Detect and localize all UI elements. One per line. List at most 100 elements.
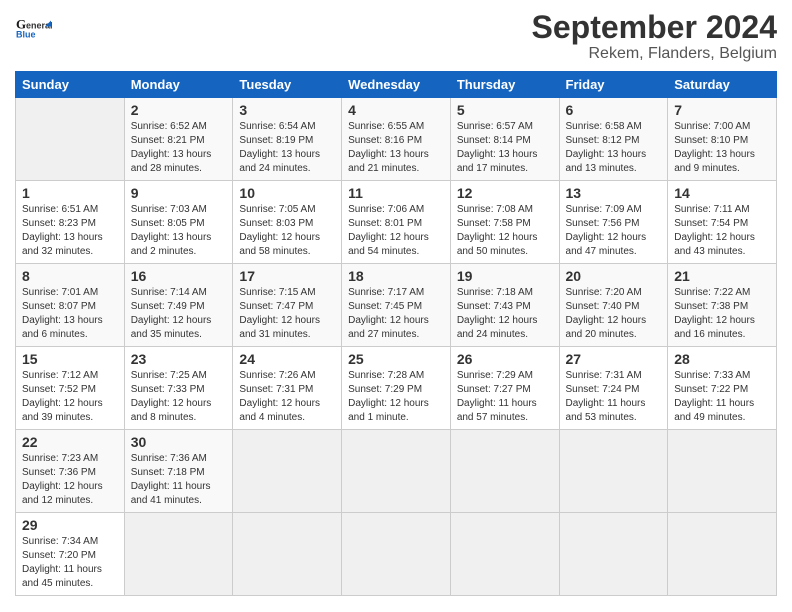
sunrise: Sunrise: 7:01 AM xyxy=(22,287,98,298)
day-number: 2 xyxy=(131,102,227,118)
table-row: 26 Sunrise: 7:29 AM Sunset: 7:27 PM Dayl… xyxy=(450,347,559,430)
day-info: Sunrise: 7:36 AM Sunset: 7:18 PM Dayligh… xyxy=(131,452,227,508)
day-number: 21 xyxy=(674,268,770,284)
sunrise: Sunrise: 7:15 AM xyxy=(239,287,315,298)
daylight: Daylight: 12 hours and 16 minutes. xyxy=(674,315,755,340)
table-row: 28 Sunrise: 7:33 AM Sunset: 7:22 PM Dayl… xyxy=(668,347,777,430)
day-info: Sunrise: 7:28 AM Sunset: 7:29 PM Dayligh… xyxy=(348,369,444,425)
table-row: 12 Sunrise: 7:08 AM Sunset: 7:58 PM Dayl… xyxy=(450,181,559,264)
day-info: Sunrise: 7:08 AM Sunset: 7:58 PM Dayligh… xyxy=(457,203,553,259)
sunset: Sunset: 8:23 PM xyxy=(22,218,96,229)
calendar-row: 22 Sunrise: 7:23 AM Sunset: 7:36 PM Dayl… xyxy=(16,430,777,513)
sunset: Sunset: 7:31 PM xyxy=(239,384,313,395)
day-number: 23 xyxy=(131,351,227,367)
day-info: Sunrise: 7:17 AM Sunset: 7:45 PM Dayligh… xyxy=(348,286,444,342)
table-row: 20 Sunrise: 7:20 AM Sunset: 7:40 PM Dayl… xyxy=(559,264,668,347)
sunrise: Sunrise: 7:00 AM xyxy=(674,121,750,132)
sunset: Sunset: 7:40 PM xyxy=(566,301,640,312)
table-row xyxy=(668,513,777,596)
daylight: Daylight: 12 hours and 12 minutes. xyxy=(22,481,103,506)
sunrise: Sunrise: 6:58 AM xyxy=(566,121,642,132)
col-wednesday: Wednesday xyxy=(342,72,451,98)
daylight: Daylight: 11 hours and 53 minutes. xyxy=(566,398,646,423)
table-row: 14 Sunrise: 7:11 AM Sunset: 7:54 PM Dayl… xyxy=(668,181,777,264)
sunrise: Sunrise: 7:09 AM xyxy=(566,204,642,215)
table-row: 19 Sunrise: 7:18 AM Sunset: 7:43 PM Dayl… xyxy=(450,264,559,347)
table-row: 8 Sunrise: 7:01 AM Sunset: 8:07 PM Dayli… xyxy=(16,264,125,347)
table-row: 4 Sunrise: 6:55 AM Sunset: 8:16 PM Dayli… xyxy=(342,98,451,181)
sunrise: Sunrise: 7:14 AM xyxy=(131,287,207,298)
sunset: Sunset: 7:20 PM xyxy=(22,550,96,561)
day-number: 5 xyxy=(457,102,553,118)
table-row xyxy=(559,430,668,513)
table-row: 17 Sunrise: 7:15 AM Sunset: 7:47 PM Dayl… xyxy=(233,264,342,347)
table-row: 29 Sunrise: 7:34 AM Sunset: 7:20 PM Dayl… xyxy=(16,513,125,596)
table-row xyxy=(124,513,233,596)
day-number: 19 xyxy=(457,268,553,284)
table-row: 16 Sunrise: 7:14 AM Sunset: 7:49 PM Dayl… xyxy=(124,264,233,347)
daylight: Daylight: 11 hours and 57 minutes. xyxy=(457,398,537,423)
table-row xyxy=(450,430,559,513)
logo-svg: G eneral Blue xyxy=(15,10,70,50)
sunset: Sunset: 8:21 PM xyxy=(131,135,205,146)
day-info: Sunrise: 6:51 AM Sunset: 8:23 PM Dayligh… xyxy=(22,203,118,259)
sunrise: Sunrise: 6:51 AM xyxy=(22,204,98,215)
day-info: Sunrise: 7:06 AM Sunset: 8:01 PM Dayligh… xyxy=(348,203,444,259)
day-info: Sunrise: 7:31 AM Sunset: 7:24 PM Dayligh… xyxy=(566,369,662,425)
daylight: Daylight: 12 hours and 35 minutes. xyxy=(131,315,212,340)
sunset: Sunset: 7:45 PM xyxy=(348,301,422,312)
sunset: Sunset: 7:58 PM xyxy=(457,218,531,229)
day-number: 8 xyxy=(22,268,118,284)
day-info: Sunrise: 7:14 AM Sunset: 7:49 PM Dayligh… xyxy=(131,286,227,342)
header: G eneral Blue September 2024 Rekem, Flan… xyxy=(15,10,777,63)
sunset: Sunset: 7:29 PM xyxy=(348,384,422,395)
day-number: 26 xyxy=(457,351,553,367)
daylight: Daylight: 12 hours and 1 minute. xyxy=(348,398,429,423)
day-number: 12 xyxy=(457,185,553,201)
sunset: Sunset: 7:47 PM xyxy=(239,301,313,312)
daylight: Daylight: 11 hours and 41 minutes. xyxy=(131,481,211,506)
daylight: Daylight: 11 hours and 49 minutes. xyxy=(674,398,754,423)
day-info: Sunrise: 7:11 AM Sunset: 7:54 PM Dayligh… xyxy=(674,203,770,259)
title-block: September 2024 Rekem, Flanders, Belgium xyxy=(532,10,777,63)
table-row: 13 Sunrise: 7:09 AM Sunset: 7:56 PM Dayl… xyxy=(559,181,668,264)
sunrise: Sunrise: 7:03 AM xyxy=(131,204,207,215)
sunset: Sunset: 8:01 PM xyxy=(348,218,422,229)
day-info: Sunrise: 7:33 AM Sunset: 7:22 PM Dayligh… xyxy=(674,369,770,425)
day-info: Sunrise: 7:26 AM Sunset: 7:31 PM Dayligh… xyxy=(239,369,335,425)
day-number: 18 xyxy=(348,268,444,284)
sunset: Sunset: 8:16 PM xyxy=(348,135,422,146)
table-row: 1 Sunrise: 6:51 AM Sunset: 8:23 PM Dayli… xyxy=(16,181,125,264)
table-row: 24 Sunrise: 7:26 AM Sunset: 7:31 PM Dayl… xyxy=(233,347,342,430)
daylight: Daylight: 12 hours and 4 minutes. xyxy=(239,398,320,423)
sunset: Sunset: 8:05 PM xyxy=(131,218,205,229)
day-info: Sunrise: 7:34 AM Sunset: 7:20 PM Dayligh… xyxy=(22,535,118,591)
day-number: 30 xyxy=(131,434,227,450)
day-number: 13 xyxy=(566,185,662,201)
col-sunday: Sunday xyxy=(16,72,125,98)
day-info: Sunrise: 7:12 AM Sunset: 7:52 PM Dayligh… xyxy=(22,369,118,425)
sunrise: Sunrise: 6:57 AM xyxy=(457,121,533,132)
day-number: 1 xyxy=(22,185,118,201)
day-info: Sunrise: 7:01 AM Sunset: 8:07 PM Dayligh… xyxy=(22,286,118,342)
day-info: Sunrise: 7:05 AM Sunset: 8:03 PM Dayligh… xyxy=(239,203,335,259)
daylight: Daylight: 13 hours and 6 minutes. xyxy=(22,315,103,340)
day-info: Sunrise: 6:52 AM Sunset: 8:21 PM Dayligh… xyxy=(131,120,227,176)
day-number: 14 xyxy=(674,185,770,201)
sunrise: Sunrise: 7:29 AM xyxy=(457,370,533,381)
day-number: 15 xyxy=(22,351,118,367)
daylight: Daylight: 12 hours and 20 minutes. xyxy=(566,315,647,340)
sunrise: Sunrise: 7:12 AM xyxy=(22,370,98,381)
daylight: Daylight: 12 hours and 54 minutes. xyxy=(348,232,429,257)
table-row xyxy=(16,98,125,181)
day-info: Sunrise: 6:58 AM Sunset: 8:12 PM Dayligh… xyxy=(566,120,662,176)
day-info: Sunrise: 7:15 AM Sunset: 7:47 PM Dayligh… xyxy=(239,286,335,342)
daylight: Daylight: 12 hours and 58 minutes. xyxy=(239,232,320,257)
calendar-row: 2 Sunrise: 6:52 AM Sunset: 8:21 PM Dayli… xyxy=(16,98,777,181)
calendar-subtitle: Rekem, Flanders, Belgium xyxy=(532,45,777,63)
day-number: 16 xyxy=(131,268,227,284)
day-info: Sunrise: 7:09 AM Sunset: 7:56 PM Dayligh… xyxy=(566,203,662,259)
sunset: Sunset: 7:43 PM xyxy=(457,301,531,312)
daylight: Daylight: 12 hours and 8 minutes. xyxy=(131,398,212,423)
calendar-row: 15 Sunrise: 7:12 AM Sunset: 7:52 PM Dayl… xyxy=(16,347,777,430)
